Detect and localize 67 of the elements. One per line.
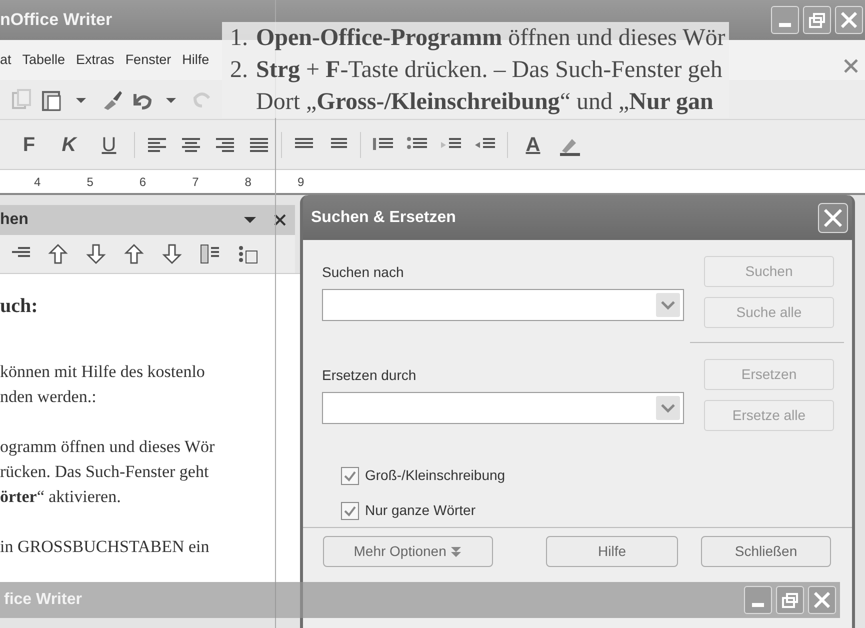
close-button[interactable] bbox=[818, 202, 848, 232]
instruction-text: Dort „Gross-/Kleinschreibung“ und „Nur gan bbox=[256, 88, 714, 117]
close-button[interactable] bbox=[808, 586, 836, 614]
minimize-icon bbox=[752, 603, 764, 607]
close-icon bbox=[814, 592, 830, 608]
dropdown-icon[interactable] bbox=[656, 293, 680, 317]
ruler-number: 4 bbox=[34, 174, 41, 190]
ruler-number: 5 bbox=[86, 174, 94, 190]
body-text: können mit Hilfe des kostenlo bbox=[0, 361, 206, 383]
footer-button[interactable]: Hilfe bbox=[546, 536, 678, 567]
instruction-text: Strg + F-Taste drücken. – Das Such-Fenster geh bbox=[256, 56, 722, 85]
footer-button[interactable]: Schließen bbox=[701, 536, 831, 567]
footer-button[interactable]: Mehr Optionen bbox=[323, 536, 493, 567]
underline-button[interactable]: U bbox=[94, 130, 124, 160]
option-label: Nur ganze Wörter bbox=[365, 501, 476, 520]
check-icon bbox=[343, 468, 357, 482]
dialog-title: Suchen & Ersetzen bbox=[311, 208, 456, 228]
ruler-number: 8 bbox=[244, 174, 252, 190]
option-label: Groß-/Kleinschreibung bbox=[365, 466, 506, 485]
arrow-up-icon[interactable] bbox=[46, 242, 70, 266]
instruction-text: Open-Office-Programm öffnen und dieses Wör bbox=[256, 24, 726, 53]
window-title: nOffice Writer bbox=[0, 9, 112, 32]
close-button[interactable] bbox=[835, 6, 863, 34]
bold-button[interactable]: F bbox=[14, 130, 44, 160]
minimize-icon bbox=[779, 23, 791, 27]
columns-icon[interactable] bbox=[198, 242, 222, 266]
checkbox[interactable] bbox=[341, 466, 359, 484]
close-icon bbox=[822, 206, 844, 228]
menu-item[interactable]: at bbox=[0, 50, 12, 70]
minimize-button[interactable] bbox=[744, 586, 772, 614]
combo-field[interactable] bbox=[322, 392, 684, 424]
close-icon bbox=[841, 12, 857, 28]
list-number: 2. bbox=[229, 56, 248, 85]
font-color-button[interactable]: A bbox=[518, 130, 548, 160]
ruler-number: 9 bbox=[297, 174, 304, 190]
checkbox[interactable] bbox=[341, 502, 359, 520]
menu-item[interactable]: Hilfe bbox=[182, 50, 210, 70]
field-label: Ersetzen durch bbox=[322, 366, 418, 385]
window-title: fice Writer bbox=[4, 590, 82, 610]
restore-icon bbox=[782, 592, 798, 608]
menu-item[interactable]: Fenster bbox=[125, 50, 172, 70]
ruler-number: 6 bbox=[139, 174, 146, 190]
dropdown-icon[interactable] bbox=[656, 396, 680, 420]
italic-button[interactable]: K bbox=[54, 130, 84, 160]
arrow-down-icon[interactable] bbox=[84, 242, 108, 266]
body-text: in GROSSBUCHSTABEN ein bbox=[0, 536, 210, 558]
combo-field[interactable] bbox=[322, 289, 684, 321]
restore-icon bbox=[809, 12, 825, 28]
field-label: Suchen nach bbox=[322, 263, 405, 282]
restore-button[interactable] bbox=[776, 586, 804, 614]
heading-text: uch: bbox=[0, 294, 39, 319]
menu-item[interactable]: Extras bbox=[76, 50, 114, 70]
ruler-number: 7 bbox=[192, 174, 199, 190]
body-text: nden werden.: bbox=[0, 386, 98, 408]
double-caret-icon bbox=[450, 546, 462, 558]
menu-item[interactable]: Tabelle bbox=[22, 50, 66, 70]
body-text: örter“ aktivieren. bbox=[0, 486, 122, 508]
minimize-button[interactable] bbox=[771, 6, 799, 34]
list-number: 1. bbox=[229, 24, 248, 53]
restore-button[interactable] bbox=[803, 6, 831, 34]
check-icon bbox=[343, 504, 357, 518]
body-text: rücken. Das Such-Fenster geht bbox=[0, 461, 210, 483]
panel-title: hen bbox=[0, 210, 28, 230]
close-icon[interactable] bbox=[273, 213, 287, 227]
arrow-up-icon[interactable] bbox=[122, 242, 146, 266]
body-text: ogramm öffnen und dieses Wör bbox=[0, 436, 216, 458]
arrow-down-icon[interactable] bbox=[160, 242, 184, 266]
